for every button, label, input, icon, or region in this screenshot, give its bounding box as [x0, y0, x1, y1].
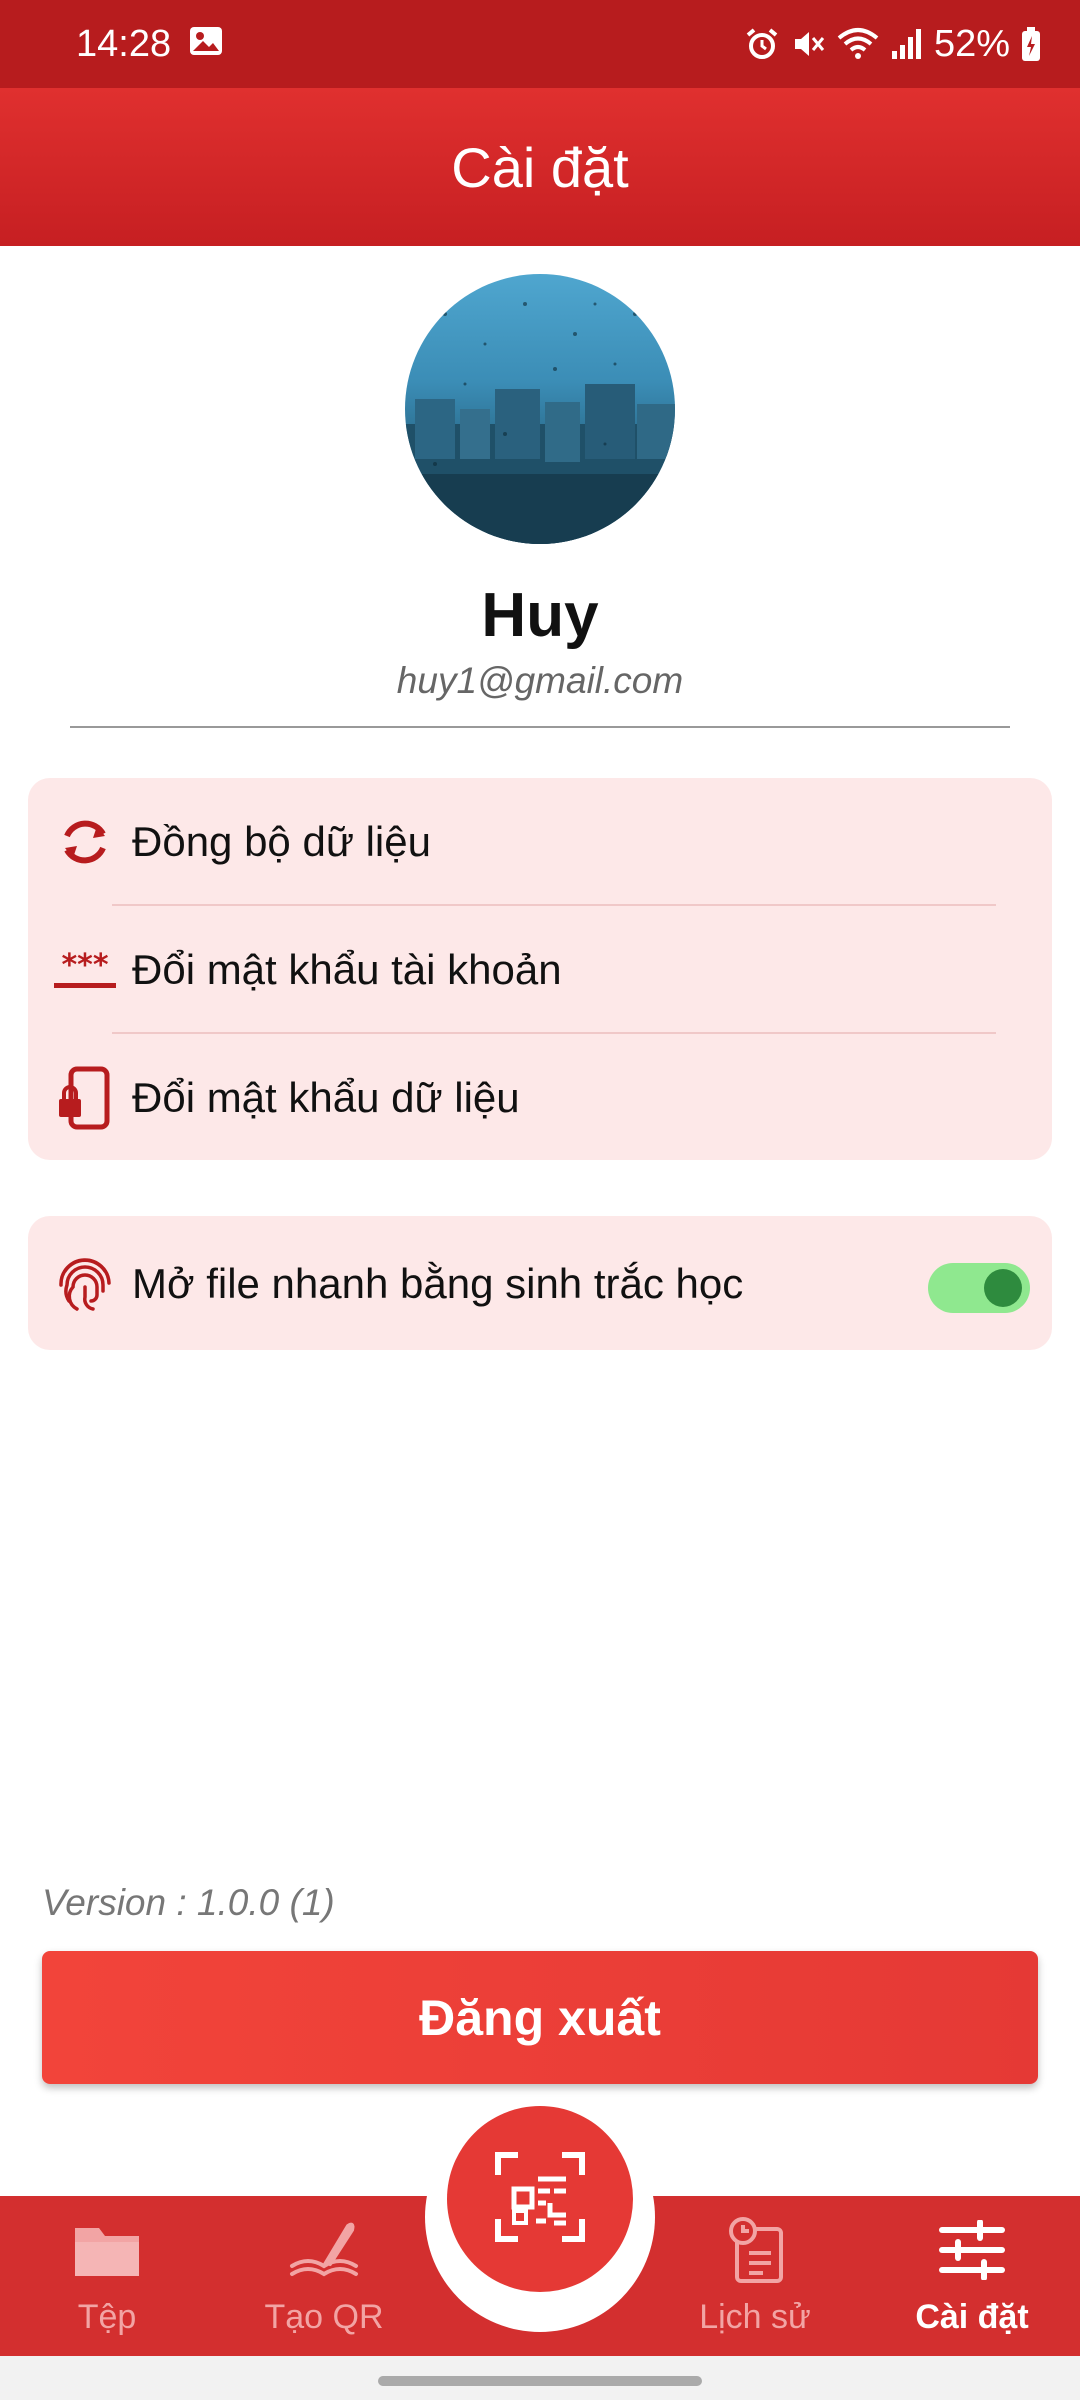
- status-right: 52%: [744, 23, 1042, 66]
- wifi-icon: [836, 26, 880, 62]
- nav-item-create-qr[interactable]: Tạo QR: [224, 2210, 424, 2350]
- password-icon: ***: [50, 935, 120, 1005]
- folder-icon: [71, 2210, 143, 2290]
- biometric-label: Mở file nhanh bằng sinh trắc học: [132, 1259, 744, 1307]
- profile-name: Huy: [481, 581, 599, 650]
- mute-icon: [790, 26, 826, 62]
- biometric-card: Mở file nhanh bằng sinh trắc học: [28, 1216, 1052, 1350]
- create-qr-icon: [286, 2210, 362, 2290]
- logout-button[interactable]: Đăng xuất: [42, 1951, 1038, 2084]
- status-time: 14:28: [76, 22, 172, 65]
- nav-label-files: Tệp: [77, 2298, 137, 2336]
- battery-text: 52%: [933, 22, 1010, 65]
- scan-qr-button[interactable]: [447, 2106, 633, 2292]
- nav-label-history: Lịch sử: [699, 2298, 811, 2336]
- nav-label-settings: Cài đặt: [915, 2298, 1029, 2336]
- status-bar: 14:28 52%: [0, 0, 1080, 88]
- svg-text:***: ***: [61, 948, 108, 983]
- biometric-toggle[interactable]: [928, 1263, 1030, 1313]
- change-data-password-label: Đổi mật khẩu dữ liệu: [132, 1073, 520, 1121]
- battery-icon: [1020, 26, 1042, 62]
- nav-item-history[interactable]: Lịch sử: [655, 2210, 855, 2350]
- qr-scan-icon: [492, 2149, 588, 2250]
- phone-lock-icon: [50, 1063, 120, 1133]
- avatar[interactable]: [405, 274, 675, 544]
- change-account-password-label: Đổi mật khẩu tài khoản: [132, 945, 562, 993]
- sync-data-item[interactable]: Đồng bộ dữ liệu: [28, 778, 1052, 905]
- change-account-password-item[interactable]: *** Đổi mật khẩu tài khoản: [28, 906, 1052, 1033]
- profile-divider: [70, 726, 1010, 728]
- history-icon: [723, 2210, 787, 2290]
- sync-data-label: Đồng bộ dữ liệu: [132, 817, 431, 865]
- toggle-knob: [984, 1269, 1022, 1307]
- signal-icon: [890, 27, 924, 61]
- settings-card: Đồng bộ dữ liệu *** Đổi mật khẩu tài kho…: [28, 778, 1052, 1160]
- nav-item-settings[interactable]: Cài đặt: [872, 2210, 1072, 2350]
- nav-label-create-qr: Tạo QR: [264, 2298, 384, 2336]
- page-title: Cài đặt: [451, 135, 629, 199]
- profile-email: huy1@gmail.com: [396, 660, 684, 701]
- alarm-icon: [744, 26, 780, 62]
- fingerprint-icon: [50, 1249, 120, 1319]
- sync-icon: [50, 807, 120, 877]
- app-bar: Cài đặt: [0, 88, 1080, 246]
- version-text: Version : 1.0.0 (1): [42, 1882, 335, 1923]
- change-data-password-item[interactable]: Đổi mật khẩu dữ liệu: [28, 1034, 1052, 1161]
- nav-item-files[interactable]: Tệp: [7, 2210, 207, 2350]
- biometric-item: Mở file nhanh bằng sinh trắc học: [28, 1220, 1052, 1347]
- settings-sliders-icon: [936, 2210, 1008, 2290]
- status-left: 14:28: [76, 23, 223, 66]
- logout-label: Đăng xuất: [419, 1989, 661, 2046]
- gesture-bar[interactable]: [378, 2376, 702, 2386]
- image-icon: [189, 23, 223, 66]
